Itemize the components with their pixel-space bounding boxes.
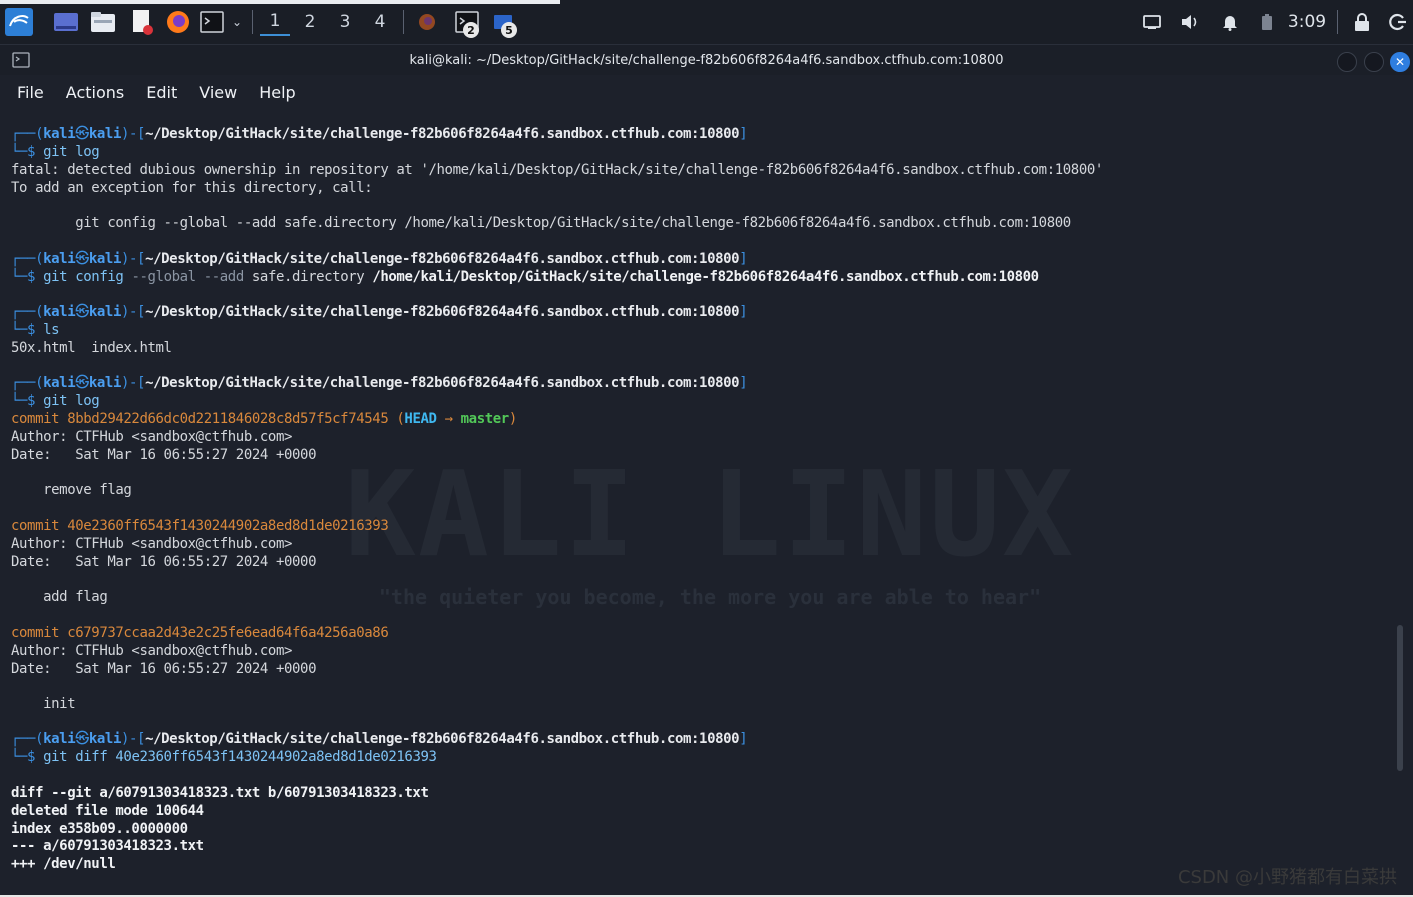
- battery-icon[interactable]: [1256, 8, 1278, 36]
- firefox-icon[interactable]: [164, 8, 192, 36]
- taskbar: ⌄ 1 2 3 4 2 5 3:09: [0, 0, 1413, 45]
- menu-help[interactable]: Help: [248, 83, 306, 102]
- prompt-line: ┌──(kali㉿kali)-[~/Desktop/GitHack/site/c…: [11, 731, 748, 747]
- command-line: └─$ git log: [11, 144, 100, 160]
- workspace-3[interactable]: 3: [330, 8, 360, 36]
- lock-icon[interactable]: [1350, 8, 1374, 36]
- date-line: Date: Sat Mar 16 06:55:27 2024 +0000: [11, 661, 317, 677]
- author-line: Author: CTFHub <sandbox@ctfhub.com>: [11, 429, 293, 445]
- volume-icon[interactable]: [1178, 8, 1202, 36]
- file-manager-icon[interactable]: [89, 8, 117, 36]
- taskbar-separator: [252, 10, 253, 34]
- minimize-button[interactable]: [1337, 52, 1357, 72]
- diff-line: diff --git a/60791303418323.txt b/607913…: [11, 785, 429, 801]
- command-line: └─$ git log: [11, 393, 100, 409]
- maximize-button[interactable]: [1364, 52, 1384, 72]
- command-line: └─$ git config --global --add safe.direc…: [11, 269, 1039, 285]
- window-title: kali@kali: ~/Desktop/GitHack/site/challe…: [409, 52, 1004, 68]
- commit-line: commit 8bbd29422d66dc0d2211846028c8d57f5…: [11, 411, 517, 427]
- diff-line: +++ /dev/null: [11, 856, 116, 872]
- app-count-badge: 5: [501, 22, 517, 38]
- output-line: git config --global --add safe.directory…: [11, 215, 1071, 231]
- command-line: └─$ git diff 40e2360ff6543f1430244902a8e…: [11, 749, 437, 765]
- kali-watermark-title: KALI LINUX: [344, 445, 1076, 583]
- clock[interactable]: 3:09: [1284, 8, 1330, 36]
- diff-line: index e358b09..0000000: [11, 821, 188, 837]
- commit-message: remove flag: [11, 482, 132, 498]
- menu-bar: File Actions Edit View Help: [0, 77, 1413, 107]
- terminal-count-badge: 2: [463, 22, 479, 38]
- commit-line: commit 40e2360ff6543f1430244902a8ed8d1de…: [11, 518, 389, 534]
- prompt-line: ┌──(kali㉿kali)-[~/Desktop/GitHack/site/c…: [11, 251, 748, 267]
- logout-icon[interactable]: [1386, 8, 1410, 36]
- output-line: 50x.html index.html: [11, 340, 172, 356]
- firefox-window-button[interactable]: [414, 8, 440, 36]
- author-line: Author: CTFHub <sandbox@ctfhub.com>: [11, 536, 293, 552]
- workspace-1[interactable]: 1: [260, 8, 290, 36]
- commit-message: init: [11, 696, 76, 712]
- terminal-launcher-icon[interactable]: [198, 8, 226, 36]
- date-line: Date: Sat Mar 16 06:55:27 2024 +0000: [11, 554, 317, 570]
- menu-edit[interactable]: Edit: [135, 83, 188, 102]
- menu-file[interactable]: File: [6, 83, 55, 102]
- taskbar-top-strip: [0, 0, 560, 4]
- workspace-4[interactable]: 4: [365, 8, 395, 36]
- csdn-watermark: CSDN @小野猪都有白菜拱: [1177, 867, 1397, 888]
- display-icon[interactable]: [1140, 8, 1164, 36]
- terminal-window: kali@kali: ~/Desktop/GitHack/site/challe…: [0, 45, 1413, 895]
- date-line: Date: Sat Mar 16 06:55:27 2024 +0000: [11, 447, 317, 463]
- commit-line: commit c679737ccaa2d43e2c25fe6ead64f6a42…: [11, 625, 389, 641]
- command-line: └─$ ls: [11, 322, 60, 338]
- taskbar-separator: [403, 10, 404, 34]
- close-button[interactable]: ✕: [1390, 52, 1410, 72]
- prompt-line: ┌──(kali㉿kali)-[~/Desktop/GitHack/site/c…: [11, 375, 748, 391]
- terminal-scrollbar[interactable]: [1397, 625, 1403, 771]
- author-line: Author: CTFHub <sandbox@ctfhub.com>: [11, 643, 293, 659]
- output-line: fatal: detected dubious ownership in rep…: [11, 162, 1103, 178]
- notification-bell-icon[interactable]: [1218, 8, 1242, 36]
- prompt-line: ┌──(kali㉿kali)-[~/Desktop/GitHack/site/c…: [11, 304, 748, 320]
- window-titlebar[interactable]: kali@kali: ~/Desktop/GitHack/site/challe…: [0, 45, 1413, 75]
- text-editor-icon[interactable]: [128, 8, 156, 36]
- diff-line: --- a/60791303418323.txt: [11, 838, 204, 854]
- menu-actions[interactable]: Actions: [55, 83, 135, 102]
- kali-watermark-quote: "the quieter you become, the more you ar…: [378, 585, 1042, 609]
- output-line: To add an exception for this directory, …: [11, 180, 373, 196]
- kali-menu-icon[interactable]: [4, 8, 34, 36]
- show-desktop-icon[interactable]: [52, 8, 80, 36]
- taskbar-separator: [1337, 10, 1338, 34]
- commit-message: add flag: [11, 589, 108, 605]
- menu-view[interactable]: View: [188, 83, 248, 102]
- window-icon[interactable]: [12, 52, 30, 72]
- workspace-2[interactable]: 2: [295, 8, 325, 36]
- diff-line: deleted file mode 100644: [11, 803, 204, 819]
- launcher-dropdown-icon[interactable]: ⌄: [228, 8, 246, 36]
- prompt-line: ┌──(kali㉿kali)-[~/Desktop/GitHack/site/c…: [11, 126, 748, 142]
